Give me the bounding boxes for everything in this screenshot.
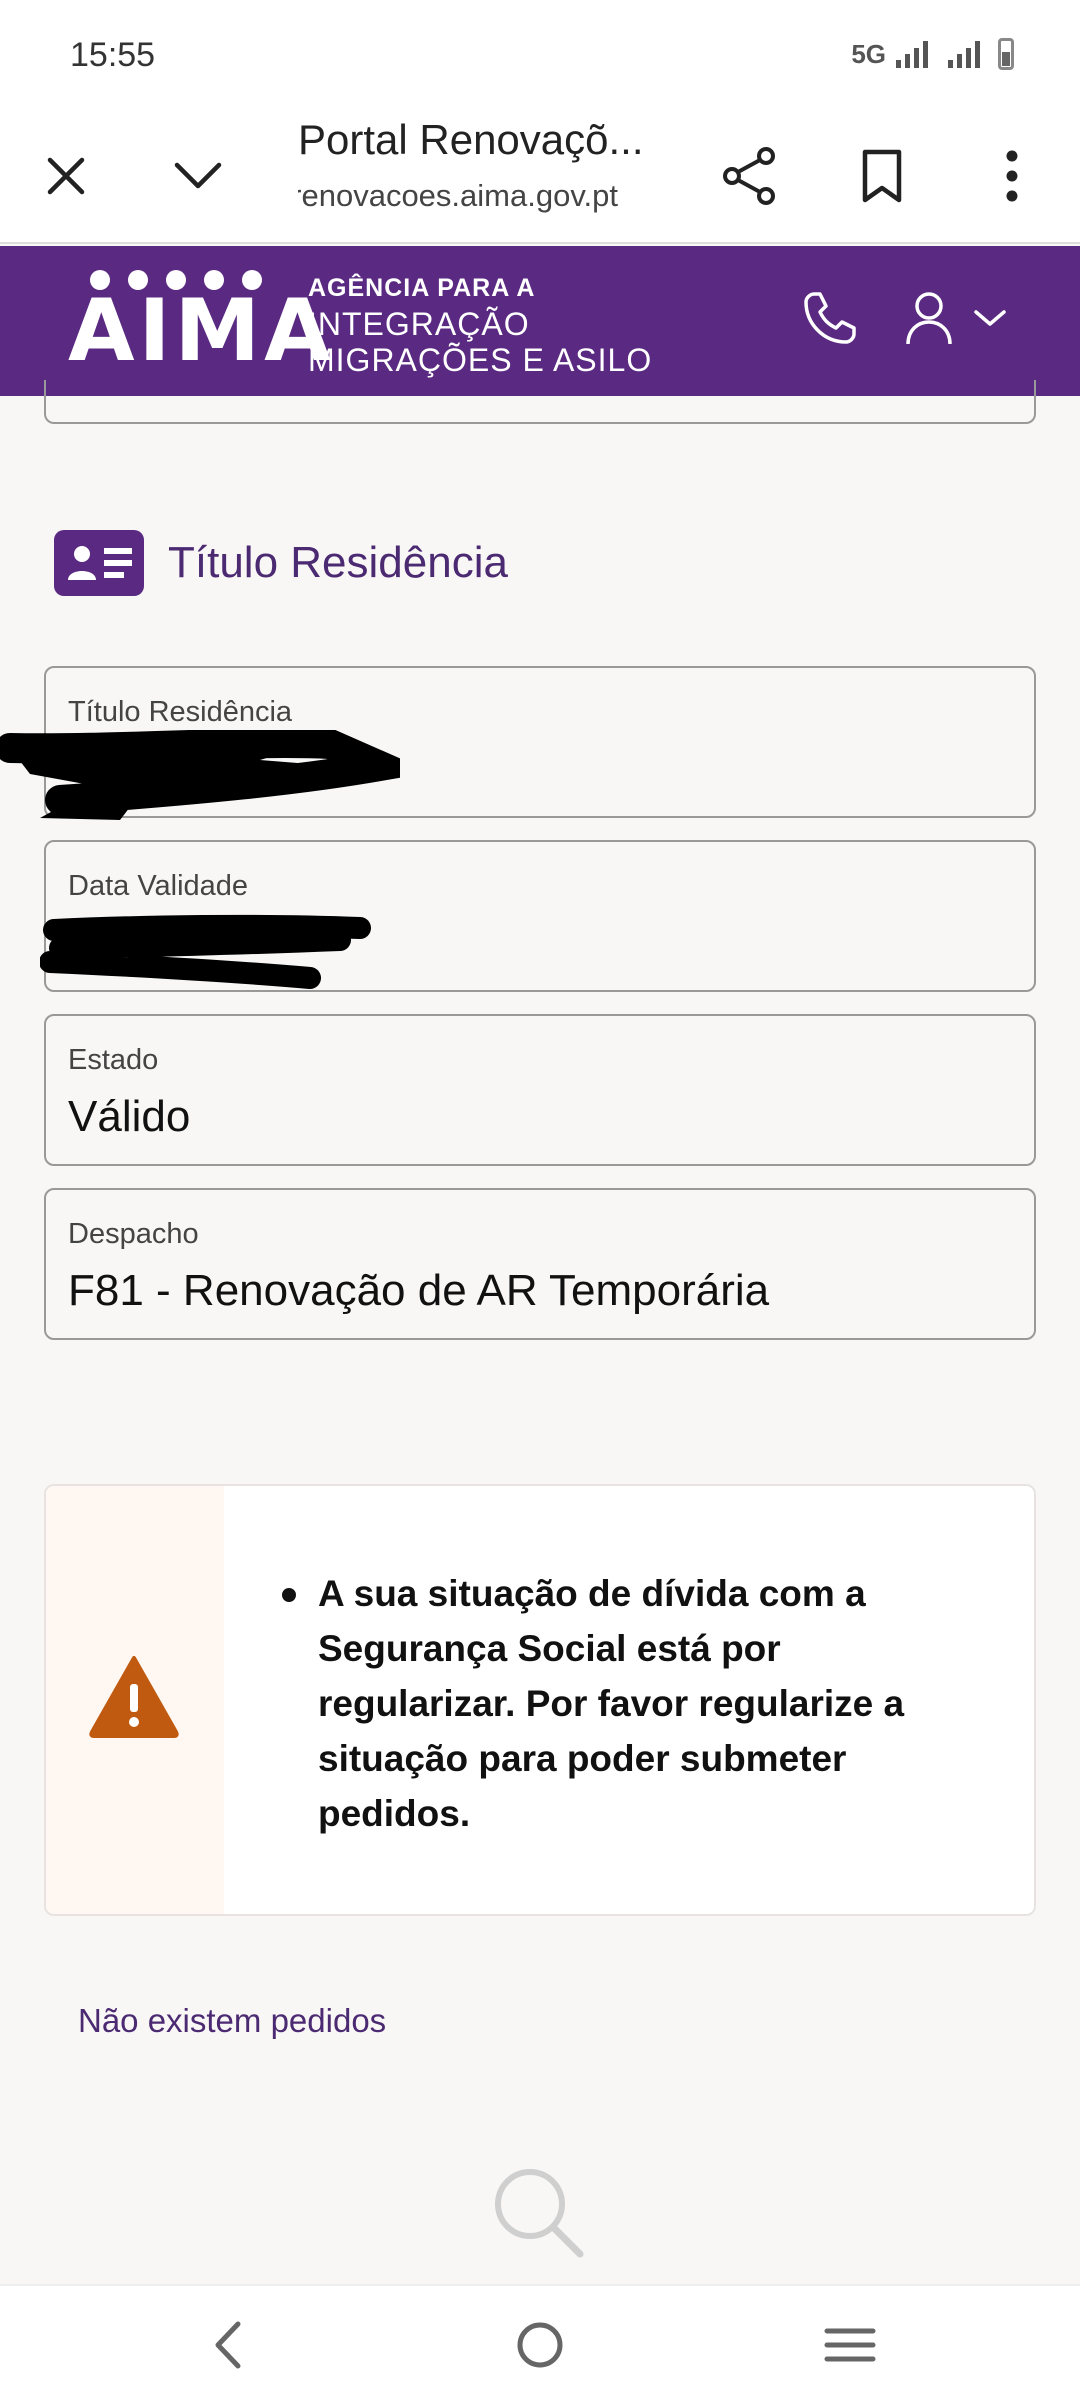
status-bar: 15:55 5G [0,0,1080,110]
page-url[interactable]: renovacoes.aima.gov.pt [298,178,618,214]
share-button[interactable] [708,134,792,218]
home-icon [517,2322,563,2368]
signal-icon [896,40,928,68]
user-icon [906,292,952,345]
field-label: Título Residência [68,696,293,728]
chevron-down-icon [174,162,222,189]
alert-messages: A sua situação de dívida com a Segurança… [282,1566,958,1841]
bookmark-button[interactable] [840,134,924,218]
page-title[interactable]: Portal Renovaçõ... [298,116,658,164]
back-icon [215,2321,241,2369]
expand-button[interactable] [156,134,240,218]
field-label: Despacho [68,1218,199,1250]
field-estado: Estado Válido [44,1014,1036,1166]
signal-icon-2 [948,40,980,68]
close-tab-button[interactable] [24,134,108,218]
section-title: Título Residência [168,538,508,587]
field-label: Data Validade [68,870,249,902]
user-menu-button[interactable] [904,288,1008,348]
aima-logo[interactable]: AIMA [68,270,331,374]
chevron-down-icon [974,310,1006,326]
debt-warning-alert: A sua situação de dívida com a Segurança… [44,1484,1036,1916]
agency-line-2: INTEGRAÇÃO [308,306,530,342]
phone-button[interactable] [800,288,860,348]
status-time: 15:55 [70,36,156,74]
field-label: Estado [68,1044,159,1076]
alert-message: A sua situação de dívida com a Segurança… [282,1566,958,1841]
field-value: F81 - Renovação de AR Temporária [68,1266,770,1315]
redaction-mark [40,914,371,989]
status-icons: 5G [851,38,1014,70]
logo-text: AIMA [68,281,335,381]
close-icon [47,157,85,195]
home-button[interactable] [500,2310,580,2380]
back-button[interactable] [188,2310,268,2380]
browser-toolbar: Portal Renovaçõ... renovacoes.aima.gov.p… [0,110,1080,244]
more-menu-button[interactable] [970,134,1054,218]
network-label: 5G [851,38,886,69]
section-header: Título Residência [54,530,508,596]
id-card-icon [54,530,144,596]
alert-icon-panel [46,1486,224,1914]
phone-icon [804,292,856,344]
agency-line-3: MIGRAÇÕES E ASILO [308,342,653,378]
no-requests-text: Não existem pedidos [78,2002,387,2039]
site-header: AIMA AGÊNCIA PARA A INTEGRAÇÃO MIGRAÇÕES… [0,246,1080,396]
agency-name: AGÊNCIA PARA A INTEGRAÇÃO MIGRAÇÕES E AS… [308,270,652,378]
redaction-mark [0,730,400,820]
system-nav-bar [0,2284,1080,2400]
search-icon [495,2169,584,2258]
more-vertical-icon [1006,150,1018,202]
recents-button[interactable] [810,2310,890,2380]
bookmark-icon [862,149,902,203]
menu-lines-icon [824,2328,876,2362]
previous-field [44,380,1036,424]
battery-icon [998,38,1014,70]
field-despacho: Despacho F81 - Renovação de AR Temporári… [44,1188,1036,1340]
field-value: Válido [68,1092,191,1141]
warning-icon [89,1656,179,1738]
share-icon [723,147,775,205]
agency-line-1: AGÊNCIA PARA A [308,274,536,302]
